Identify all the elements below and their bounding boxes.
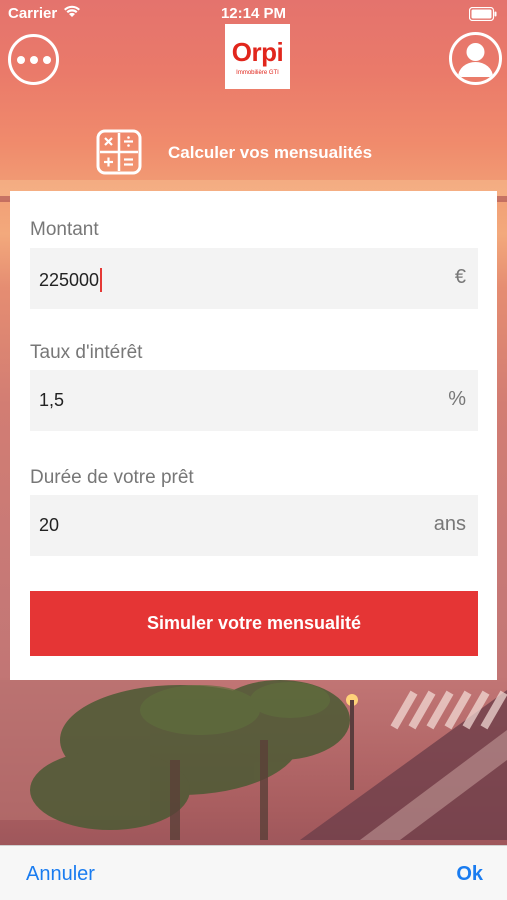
orpi-logo: Orpi Immobilière GTI bbox=[225, 24, 290, 89]
more-icon-dot bbox=[29, 55, 38, 64]
profile-button[interactable] bbox=[449, 32, 502, 85]
calculator-heading: Calculer vos mensualités bbox=[96, 129, 372, 175]
amount-value: 225000 bbox=[39, 268, 103, 292]
status-time: 12:14 PM bbox=[220, 5, 287, 22]
calculator-title: Calculer vos mensualités bbox=[168, 143, 373, 162]
amount-field[interactable]: 225000 € bbox=[30, 248, 478, 309]
simulate-button[interactable]: Simuler votre mensualité bbox=[30, 591, 478, 656]
duration-unit: ans bbox=[433, 513, 466, 535]
amount-label: Montant bbox=[30, 219, 99, 240]
calculator-icon bbox=[96, 129, 142, 175]
ok-button[interactable]: Ok bbox=[456, 863, 483, 886]
more-menu-button[interactable] bbox=[8, 34, 59, 85]
more-icon bbox=[16, 55, 25, 64]
duration-field[interactable]: 20 ans bbox=[30, 495, 478, 556]
interest-rate-value: 1,5 bbox=[39, 390, 65, 410]
more-icon-dot bbox=[42, 55, 51, 64]
cancel-button[interactable]: Annuler bbox=[26, 863, 95, 886]
interest-rate-field[interactable]: 1,5 % bbox=[30, 370, 478, 431]
keyboard-toolbar: Annuler Ok bbox=[0, 845, 507, 900]
amount-unit: € bbox=[454, 266, 466, 288]
interest-rate-unit: % bbox=[448, 388, 466, 410]
amount-value-text: 225000 bbox=[39, 269, 100, 290]
battery-icon bbox=[468, 6, 497, 25]
profile-icon bbox=[458, 43, 493, 77]
loan-form-card: Montant 225000 € Taux d'intérêt 1,5 % Du… bbox=[10, 191, 497, 680]
duration-label: Durée de votre prêt bbox=[30, 467, 194, 488]
logo-word: Orpi bbox=[231, 36, 284, 67]
interest-rate-label: Taux d'intérêt bbox=[30, 342, 143, 363]
duration-value: 20 bbox=[39, 515, 60, 535]
text-caret bbox=[100, 268, 103, 292]
logo-subtitle: Immobilière GTI bbox=[236, 69, 279, 76]
